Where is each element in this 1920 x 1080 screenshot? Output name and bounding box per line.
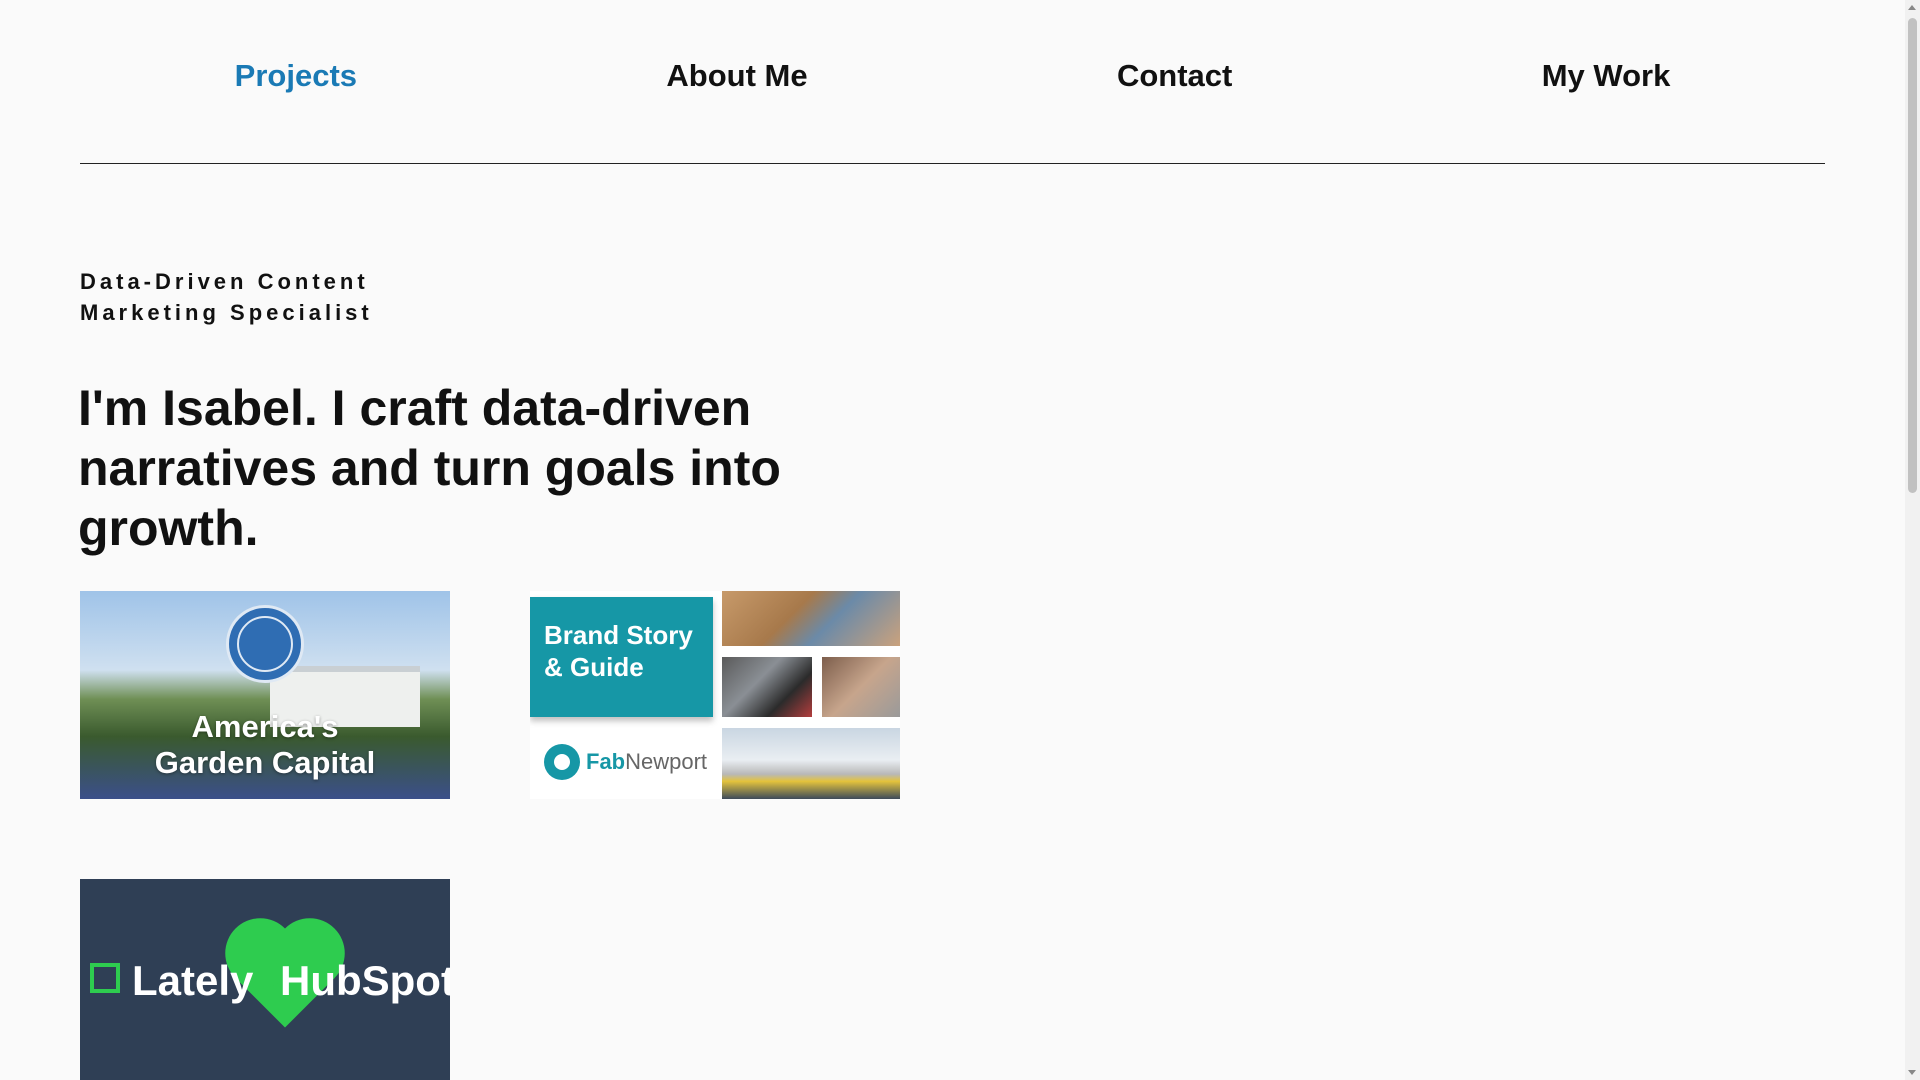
nav-link-projects[interactable]: Projects: [235, 58, 357, 94]
scrollbar-thumb[interactable]: [1908, 18, 1917, 493]
nav-link-about-me[interactable]: About Me: [666, 58, 807, 94]
brand-title-line1: Brand Story: [544, 620, 693, 650]
brand-title-block: Brand Story & Guide: [530, 597, 713, 717]
workshop-photo-crafting: [822, 657, 900, 717]
badge-ring: [237, 616, 293, 672]
scroll-up-arrow-icon[interactable]: [1908, 5, 1916, 10]
brand-title-line2: & Guide: [544, 652, 644, 682]
page: Projects About Me Contact My Work Data-D…: [0, 0, 1920, 1080]
lately-wordmark: Lately: [132, 957, 254, 1004]
fabnewport-logo-text: FabNewport: [586, 749, 707, 775]
top-navigation: Projects About Me Contact My Work: [80, 0, 1825, 164]
logo-text-bold: Fab: [586, 749, 626, 774]
page-scrollbar[interactable]: [1905, 0, 1920, 1080]
brand-card-title: Brand Story & Guide: [544, 619, 693, 683]
workshop-photo-people: [722, 657, 812, 717]
nav-link-my-work[interactable]: My Work: [1542, 58, 1671, 94]
workshop-photo-table: [722, 591, 900, 646]
project-card-lately-hubspot[interactable]: Lately HubSpot: [80, 879, 450, 1080]
project-card-garden-capital[interactable]: America's Garden Capital: [80, 591, 450, 799]
garden-title-line2: Garden Capital: [154, 745, 376, 780]
project-card-brand-story[interactable]: Brand Story & Guide FabNewport: [530, 591, 900, 799]
garden-title-line1: America's: [191, 709, 339, 744]
scroll-down-arrow-icon[interactable]: [1908, 1070, 1916, 1075]
fabnewport-logo-icon: [544, 744, 580, 780]
logo-text-light: Newport: [625, 749, 708, 774]
hubspot-wordmark: HubSpot: [280, 957, 450, 1004]
fabnewport-logo: FabNewport: [544, 743, 707, 781]
hero-headline: I'm Isabel. I craft data-driven narrativ…: [78, 380, 781, 556]
hero-eyebrow: Data-Driven Content Marketing Specialist: [80, 269, 373, 325]
nav-link-contact[interactable]: Contact: [1117, 58, 1232, 94]
little-rhody-badge-icon: [226, 605, 304, 683]
sailing-photo: [722, 728, 900, 799]
garden-card-title: America's Garden Capital: [80, 709, 450, 781]
lately-logo-icon: [90, 963, 120, 993]
